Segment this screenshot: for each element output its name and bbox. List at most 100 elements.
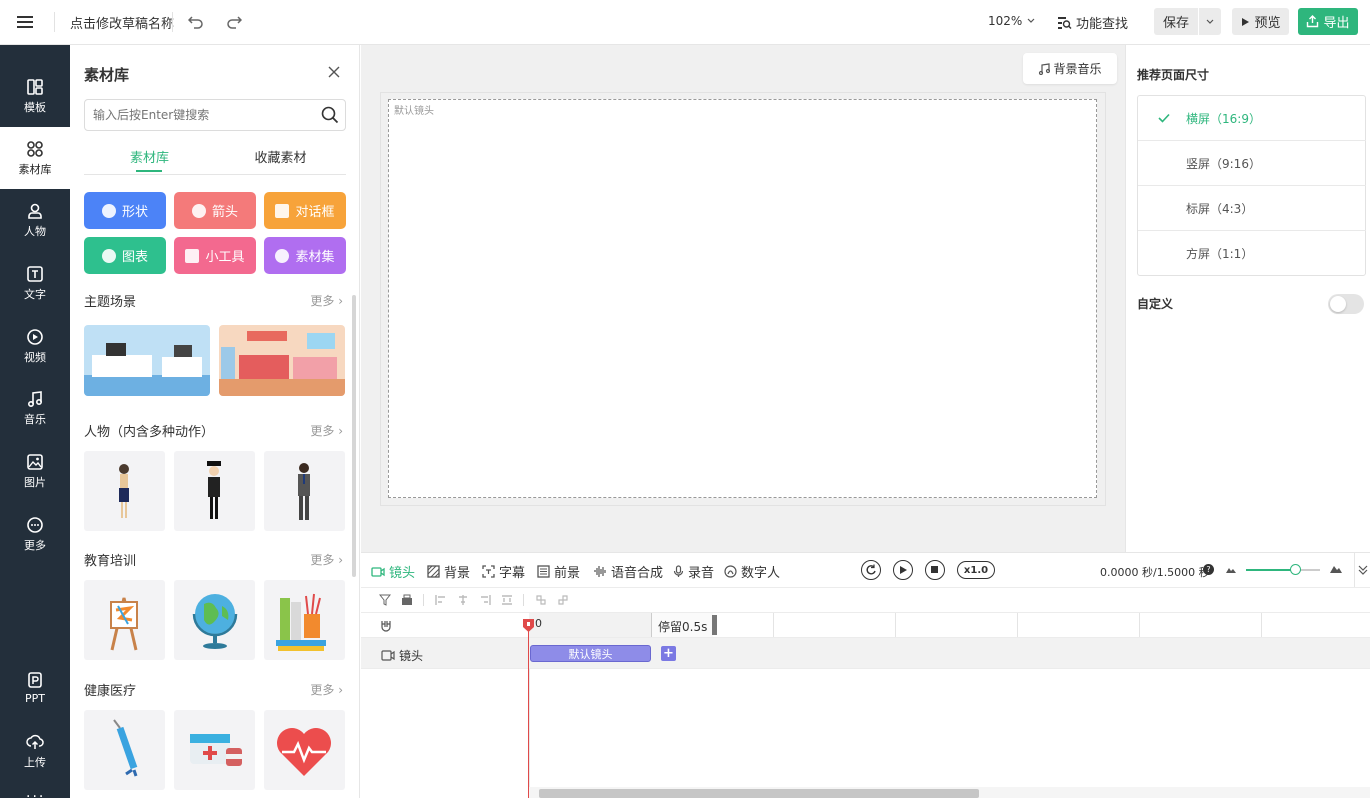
save-button[interactable]: 保存 — [1154, 8, 1198, 35]
more-link[interactable]: 更多 › — [310, 681, 343, 698]
size-option-1-1[interactable]: 方屏（1:1） — [1138, 231, 1366, 276]
category-chart-button[interactable]: 图表 — [84, 237, 166, 274]
sidebar-item-ppt[interactable]: PPT — [0, 657, 70, 719]
background-music-button[interactable]: 背景音乐 — [1023, 53, 1117, 84]
tab-tts[interactable]: 语音合成 — [593, 562, 663, 581]
category-shape-button[interactable]: 形状 — [84, 192, 166, 229]
save-dropdown-button[interactable] — [1199, 8, 1221, 35]
sidebar-item-upload[interactable]: 上传 — [0, 720, 70, 782]
distribute-icon[interactable] — [501, 594, 513, 606]
collection-icon — [275, 248, 290, 263]
layer-up-icon[interactable] — [535, 594, 547, 606]
feature-search-button[interactable]: 功能查找 — [1057, 13, 1128, 32]
zoom-in-icon[interactable] — [1329, 563, 1343, 574]
layer-down-icon[interactable] — [557, 594, 569, 606]
playhead-marker-icon[interactable] — [522, 618, 535, 633]
zoom-slider-handle[interactable] — [1290, 564, 1301, 575]
sidebar-item-template[interactable]: 模板 — [0, 65, 70, 127]
more-link[interactable]: 更多 › — [310, 292, 343, 309]
scene-kitchen-thumbnail[interactable] — [219, 325, 345, 396]
education-books-thumbnail[interactable] — [264, 580, 345, 660]
music-icon — [1039, 62, 1051, 75]
sidebar-item-music[interactable]: 音乐 — [0, 377, 70, 439]
more-link[interactable]: 更多 › — [310, 422, 343, 439]
sidebar-item-person[interactable]: 人物 — [0, 189, 70, 251]
category-arrow-button[interactable]: 箭头 — [174, 192, 256, 229]
music-icon — [27, 390, 43, 407]
sidebar-item-image[interactable]: 图片 — [0, 440, 70, 502]
person-icon — [28, 203, 42, 219]
tab-favorites[interactable]: 收藏素材 — [215, 147, 346, 166]
speed-button[interactable]: x1.0 — [957, 561, 995, 579]
preview-label: 预览 — [1254, 16, 1281, 31]
align-center-icon[interactable] — [457, 594, 469, 606]
filter-icon[interactable] — [379, 594, 391, 606]
shape-icon — [101, 203, 116, 218]
character-businessman-thumbnail[interactable] — [264, 451, 345, 531]
time-display: 0.0000 秒/1.5000 秒 — [1100, 566, 1210, 579]
timeline-scrollbar-thumb[interactable] — [539, 789, 979, 798]
tab-subtitle[interactable]: 字幕 — [482, 562, 525, 581]
medical-syringe-thumbnail[interactable] — [84, 710, 165, 790]
export-button[interactable]: 导出 — [1298, 8, 1358, 35]
custom-toggle[interactable] — [1328, 294, 1364, 314]
size-option-16-9[interactable]: 横屏（16:9） — [1138, 96, 1366, 141]
tab-record[interactable]: 录音 — [673, 562, 714, 581]
left-sidebar: 模板 素材库 人物 文字 视频 音乐 图片 更多 PPT 上传 ··· — [0, 45, 70, 798]
replay-icon[interactable] — [861, 560, 881, 580]
shot-block[interactable]: 默认镜头 — [530, 645, 651, 662]
category-collection-button[interactable]: 素材集 — [264, 237, 346, 274]
education-easel-thumbnail[interactable] — [84, 580, 165, 660]
time-ruler[interactable] — [361, 613, 1370, 637]
sidebar-label: 模板 — [24, 100, 46, 114]
menu-icon[interactable] — [14, 12, 36, 32]
group-icon[interactable] — [401, 594, 413, 606]
close-icon[interactable] — [328, 66, 340, 82]
category-dialog-button[interactable]: 对话框 — [264, 192, 346, 229]
search-input[interactable] — [93, 106, 313, 124]
category-label: 素材集 — [295, 250, 335, 265]
sidebar-item-video[interactable]: 视频 — [0, 315, 70, 377]
stay-marker[interactable]: 停留0.5s — [651, 613, 713, 637]
align-right-icon[interactable] — [479, 594, 491, 606]
tab-shot[interactable]: 镜头 — [371, 562, 415, 581]
play-icon[interactable] — [893, 560, 913, 580]
tab-background[interactable]: 背景 — [427, 562, 470, 581]
canvas-stage[interactable]: 默认镜头 — [388, 99, 1097, 498]
zoom-out-icon[interactable] — [1225, 565, 1237, 574]
preview-button[interactable]: 预览 — [1232, 8, 1289, 35]
category-tools-button[interactable]: 小工具 — [174, 237, 256, 274]
add-shot-button[interactable]: + — [661, 646, 676, 661]
character-police-thumbnail[interactable] — [174, 451, 255, 531]
custom-label: 自定义 — [1137, 297, 1174, 311]
character-woman-thumbnail[interactable] — [84, 451, 165, 531]
more-link[interactable]: 更多 › — [310, 551, 343, 568]
tab-material[interactable]: 素材库 — [84, 147, 215, 166]
education-globe-thumbnail[interactable] — [174, 580, 255, 660]
size-option-9-16[interactable]: 竖屏（9:16） — [1138, 141, 1366, 186]
search-icon[interactable] — [321, 106, 339, 124]
tab-digital-human[interactable]: 数字人 — [724, 562, 780, 581]
sidebar-item-material[interactable]: 素材库 — [0, 127, 70, 189]
help-icon[interactable]: ? — [1203, 564, 1214, 575]
redo-icon[interactable] — [224, 12, 244, 32]
zoom-select[interactable]: 102% — [988, 14, 1036, 28]
align-left-icon[interactable] — [435, 594, 447, 606]
collapse-timeline-button[interactable] — [1354, 553, 1370, 587]
more-dots-icon[interactable]: ··· — [26, 789, 45, 798]
more-label: 更多 — [310, 683, 335, 697]
undo-icon[interactable] — [186, 12, 206, 32]
medical-kit-thumbnail[interactable] — [174, 710, 255, 790]
magnet-icon[interactable] — [380, 620, 392, 632]
scene-office-thumbnail[interactable] — [84, 325, 210, 396]
stay-drag-handle[interactable] — [712, 615, 717, 635]
sidebar-item-text[interactable]: 文字 — [0, 252, 70, 314]
medical-heart-thumbnail[interactable] — [264, 710, 345, 790]
sidebar-item-more[interactable]: 更多 — [0, 503, 70, 565]
panel-scrollbar[interactable] — [352, 295, 356, 577]
stop-icon[interactable] — [925, 560, 945, 580]
draft-name[interactable]: 点击修改草稿名称 — [70, 13, 174, 32]
divider — [172, 12, 173, 32]
size-option-4-3[interactable]: 标屏（4:3） — [1138, 186, 1366, 231]
tab-foreground[interactable]: 前景 — [537, 562, 580, 581]
